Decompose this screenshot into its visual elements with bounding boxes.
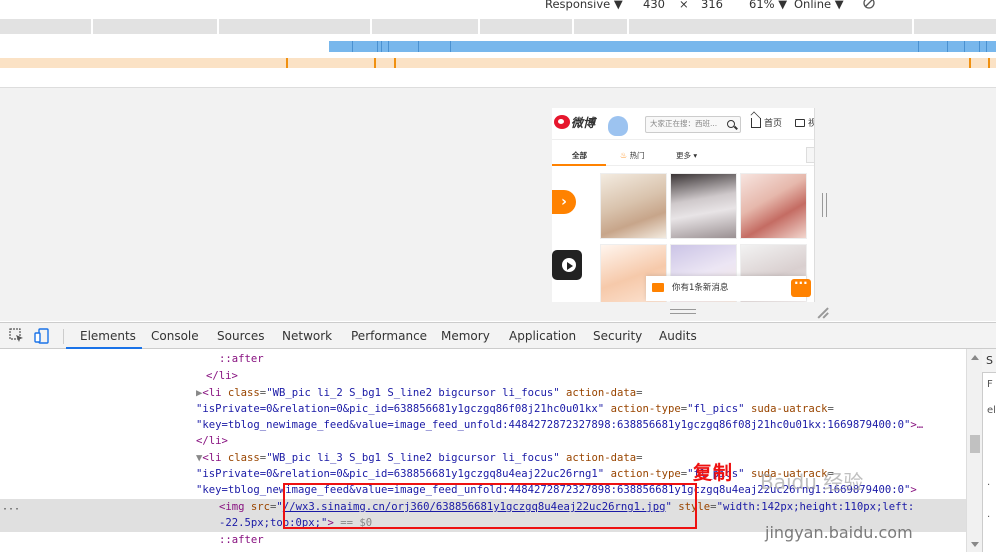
rotate-icon[interactable] <box>862 0 876 10</box>
tab-more[interactable]: 更多 ▾ <box>676 150 697 161</box>
inspect-element-icon[interactable] <box>9 328 25 344</box>
feed-image[interactable] <box>740 173 807 239</box>
tab-elements[interactable]: Elements <box>80 329 136 343</box>
device-viewport-area <box>0 88 996 321</box>
viewport-width-input[interactable]: 430 <box>632 0 676 11</box>
responsive-mode-select[interactable]: Responsive ▼ <box>545 0 623 11</box>
feed-tabs: 全部 ♨ 热门 更多 ▾ <box>552 144 814 166</box>
styles-sidebar-tab[interactable]: S <box>982 349 996 373</box>
search-icon[interactable] <box>727 120 735 128</box>
viewport-height-input[interactable]: 316 <box>690 0 734 11</box>
dom-line[interactable]: </li> <box>196 433 228 449</box>
search-input[interactable]: 大家正在搜：西班... <box>645 116 741 133</box>
dom-line[interactable]: ::after <box>219 532 264 548</box>
tab-performance[interactable]: Performance <box>351 329 427 343</box>
toast-text: 你有1条新消息 <box>672 283 729 293</box>
home-link[interactable]: 首页 <box>764 116 782 129</box>
dom-line[interactable]: ::after <box>219 351 264 367</box>
next-arrow-button[interactable]: › <box>552 190 576 214</box>
dom-line[interactable]: ▼<li class="WB_pic li_3 S_bg1 S_line2 bi… <box>196 450 643 466</box>
tab-hot[interactable]: ♨ 热门 <box>620 150 645 161</box>
dom-line[interactable]: ▶<li class="WB_pic li_2 S_bg1 S_line2 bi… <box>196 385 643 401</box>
weibo-logo-text[interactable]: 微博 <box>571 114 595 131</box>
resize-handle-corner[interactable] <box>817 305 830 319</box>
tab-console[interactable]: Console <box>151 329 199 343</box>
dom-line[interactable]: </li> <box>206 368 238 384</box>
baidu-watermark-url: jingyan.baidu.com <box>765 523 913 542</box>
tab-audits[interactable]: Audits <box>659 329 697 343</box>
devtools-tab-bar: Elements Console Sources Network Perform… <box>0 322 996 349</box>
new-message-toast[interactable]: 你有1条新消息 <box>646 276 806 301</box>
copy-annotation-label: 复制 <box>693 462 734 484</box>
tab-application[interactable]: Application <box>509 329 576 343</box>
toolbar-divider <box>63 329 64 344</box>
fire-icon: ♨ <box>620 151 628 160</box>
device-toolbar-toggle-icon[interactable] <box>34 328 50 344</box>
node-actions-ellipsis[interactable]: ··· <box>2 502 20 518</box>
chat-icon[interactable] <box>791 276 811 297</box>
tab-network[interactable]: Network <box>282 329 332 343</box>
tab-all[interactable]: 全部 <box>572 150 587 161</box>
zoom-select[interactable]: 61% ▼ <box>749 0 787 11</box>
sidebar-rule-fragment: . <box>987 477 991 488</box>
scroll-up-arrow-icon[interactable] <box>971 355 979 360</box>
weibo-logo-icon[interactable] <box>554 115 570 129</box>
media-query-bar-min-max[interactable] <box>329 41 996 52</box>
dom-line[interactable]: "isPrivate=0&relation=0&pic_id=638856681… <box>196 466 834 482</box>
feed-image[interactable] <box>670 173 737 239</box>
network-throttle-select[interactable]: Online ▼ <box>794 0 844 11</box>
sidebar-filter-label[interactable]: F <box>987 379 993 390</box>
media-query-bar-min[interactable] <box>0 58 996 68</box>
play-button[interactable] <box>552 250 582 280</box>
video-link[interactable]: 视 <box>808 116 814 129</box>
tab-memory[interactable]: Memory <box>441 329 490 343</box>
resize-handle-right[interactable] <box>822 193 827 217</box>
dom-line[interactable]: "isPrivate=0&relation=0&pic_id=638856681… <box>196 401 834 417</box>
media-query-bar-max[interactable] <box>0 19 996 34</box>
sidebar-element-style-label: el <box>987 405 996 416</box>
search-placeholder: 大家正在搜：西班... <box>650 119 718 128</box>
scroll-down-arrow-icon[interactable] <box>971 542 979 547</box>
styles-sidebar: F el . . <box>982 349 996 552</box>
tab-overflow-box[interactable] <box>806 147 814 163</box>
dom-line[interactable]: "key=tblog_newimage_feed&value=image_fee… <box>196 417 923 433</box>
home-icon[interactable] <box>751 118 761 128</box>
baidu-watermark: Baidu 经验 <box>760 470 864 494</box>
feed-image[interactable] <box>600 173 667 239</box>
highlight-annotation-box <box>283 483 697 529</box>
mascot-icon <box>608 116 628 136</box>
video-icon[interactable] <box>795 119 805 127</box>
emulated-phone-screen[interactable]: 微博 大家正在搜：西班... 首页 视 全部 ♨ 热门 更多 ▾ › 你有1条新… <box>552 108 815 302</box>
resize-handle-bottom[interactable] <box>670 309 696 314</box>
sidebar-rule-fragment: . <box>987 509 991 520</box>
dimension-separator: × <box>679 0 689 11</box>
envelope-icon <box>652 283 664 292</box>
dom-tree-scrollbar[interactable] <box>966 349 982 552</box>
weibo-header: 微博 大家正在搜：西班... 首页 视 <box>552 108 814 140</box>
scroll-thumb[interactable] <box>970 435 980 453</box>
tab-sources[interactable]: Sources <box>217 329 264 343</box>
device-toolbar: Responsive ▼ 430 × 316 61% ▼ Online ▼ <box>0 0 996 14</box>
tab-security[interactable]: Security <box>593 329 642 343</box>
